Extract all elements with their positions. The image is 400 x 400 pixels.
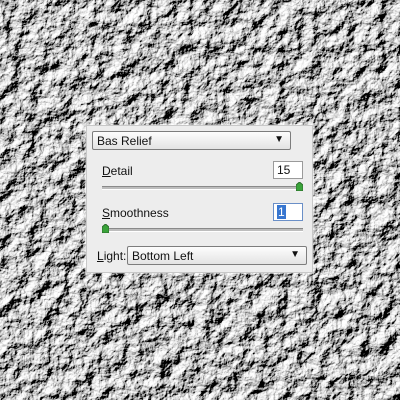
light-label: Light: — [97, 249, 126, 263]
filter-select[interactable]: Bas Relief ▼ — [92, 131, 291, 150]
smoothness-value-input[interactable]: 1 — [273, 203, 303, 221]
detail-label: Detail — [102, 164, 133, 178]
filter-select-value: Bas Relief — [97, 134, 152, 148]
light-select-value: Bottom Left — [132, 249, 194, 263]
light-label-text: ight: — [103, 249, 127, 263]
smoothness-label: Smoothness — [102, 206, 169, 220]
smoothness-slider-track[interactable] — [102, 228, 303, 232]
smoothness-label-accesskey: S — [102, 206, 111, 220]
smoothness-label-text: moothness — [110, 206, 169, 220]
detail-label-accesskey: D — [102, 164, 111, 178]
detail-value-input[interactable]: 15 — [273, 161, 303, 179]
bas-relief-options-panel: Bas Relief ▼ Detail 15 Smoothness 1 Ligh… — [86, 125, 313, 273]
light-label-accesskey: L — [97, 249, 104, 263]
smoothness-value-text: 1 — [277, 205, 286, 219]
light-direction-select[interactable]: Bottom Left ▼ — [127, 246, 307, 265]
detail-slider-track[interactable] — [102, 186, 303, 190]
chevron-down-icon: ▼ — [290, 249, 300, 260]
smoothness-slider-thumb[interactable] — [102, 224, 109, 233]
detail-label-text: etail — [110, 164, 133, 178]
chevron-down-icon: ▼ — [274, 134, 284, 145]
detail-value-text: 15 — [277, 163, 291, 177]
detail-slider-thumb[interactable] — [296, 182, 303, 191]
